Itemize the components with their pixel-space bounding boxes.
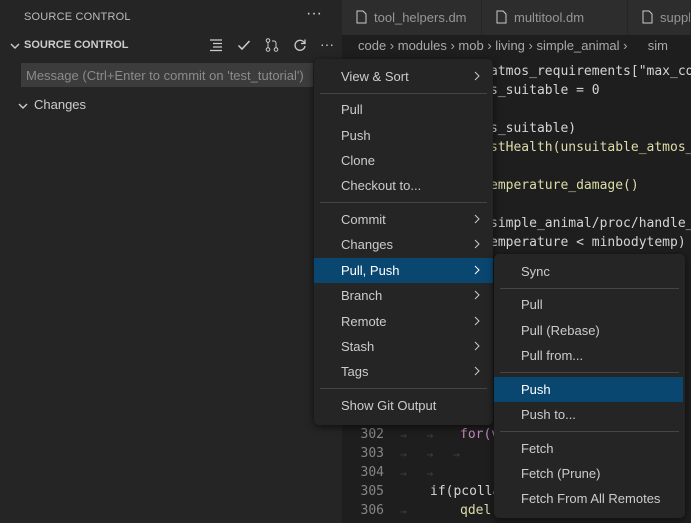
line-number: 306 [360,503,384,518]
menu-item-push[interactable]: Push [314,123,493,148]
file-icon [642,10,653,24]
code-line: emperature < minbodytemp) [490,235,686,250]
menu-separator [500,372,679,373]
commit-message-box[interactable] [21,63,313,87]
submenu-item-fetch-all[interactable]: Fetch From All Remotes [494,486,685,511]
chevron-right-icon [474,265,480,275]
tab-multitool[interactable]: multitool.dm [482,0,628,35]
code-line: s_suitable = 0 [490,83,600,98]
submenu-item-fetch-prune[interactable]: Fetch (Prune) [494,461,685,486]
tab-label: tool_helpers.dm [374,10,467,25]
menu-item-pull-push[interactable]: Pull, Push [314,258,493,283]
view-as-list-icon[interactable] [208,37,224,53]
tab-label: multitool.dm [514,10,585,25]
code-line: emperature_damage() [490,178,639,193]
menu-item-show-git-output[interactable]: Show Git Output [314,393,493,418]
sidebar-title: SOURCE CONTROL [24,11,131,23]
menu-item-view-sort[interactable]: View & Sort [314,64,493,89]
indent-guide: → → [400,467,434,480]
commit-message-input[interactable] [22,64,312,86]
chevron-right-icon [474,71,480,81]
changes-label: Changes [34,97,87,112]
chevron-right-icon [474,316,480,326]
chevron-right-icon [474,290,480,300]
menu-item-stash[interactable]: Stash [314,334,493,359]
menu-item-pull[interactable]: Pull [314,97,493,122]
menu-separator [320,93,487,94]
menu-separator [500,288,679,289]
menu-separator [320,388,487,389]
code-line: stHealth(unsuitable_atmos_ [490,140,691,155]
menu-item-commit[interactable]: Commit [314,207,493,232]
menu-item-checkout[interactable]: Checkout to... [314,173,493,198]
tab-tool-helpers[interactable]: tool_helpers.dm [342,0,482,35]
line-number: 302 [360,427,384,442]
code-line: simple_animal/proc/handle_ [490,216,691,231]
chevron-right-icon [474,341,480,351]
submenu-item-sync[interactable]: Sync [494,259,685,284]
chevron-down-icon[interactable] [16,99,30,113]
submenu-item-push[interactable]: Push [494,377,683,402]
menu-separator [320,202,487,203]
menu-item-tags[interactable]: Tags [314,359,493,384]
menu-item-remote[interactable]: Remote [314,309,493,334]
code-line: atmos_requirements["max_co [490,64,691,79]
menu-item-changes[interactable]: Changes [314,232,493,257]
tab-label: suppl [660,10,691,25]
tab-supply[interactable]: suppl [628,0,691,35]
file-icon [356,10,367,24]
pull-request-icon[interactable] [264,37,280,53]
commit-check-icon[interactable] [236,37,252,53]
pull-push-submenu: Sync Pull Pull (Rebase) Pull from... Pus… [494,254,685,518]
refresh-icon[interactable] [292,37,308,53]
line-number: 304 [360,465,384,480]
chevron-down-icon[interactable] [8,39,22,53]
chevron-right-icon [474,366,480,376]
indent-guide: → [400,505,407,518]
code-line: if(pcolla [430,484,501,499]
source-control-menu: View & Sort Pull Push Clone Checkout to.… [314,59,493,425]
line-number: 303 [360,446,384,461]
indent-guide: → → [400,429,434,442]
file-icon [496,10,507,24]
indent-guide: → → → [400,448,460,461]
chevron-right-icon [474,214,480,224]
menu-item-clone[interactable]: Clone [314,148,493,173]
chevron-right-icon [474,239,480,249]
menu-separator [500,431,679,432]
menu-item-branch[interactable]: Branch [314,283,493,308]
breadcrumb-path[interactable]: code › modules › mob › living › simple_a… [358,38,668,53]
code-line: s_suitable) [490,121,577,136]
submenu-item-pull-from[interactable]: Pull from... [494,343,685,368]
section-more-icon[interactable]: ··· [320,36,334,52]
more-actions-icon[interactable]: ··· [306,5,322,23]
section-label: SOURCE CONTROL [24,39,129,51]
submenu-item-push-to[interactable]: Push to... [494,402,685,427]
line-number: 305 [360,484,384,499]
submenu-item-pull[interactable]: Pull [494,292,685,317]
submenu-item-fetch[interactable]: Fetch [494,436,685,461]
submenu-item-pull-rebase[interactable]: Pull (Rebase) [494,318,685,343]
